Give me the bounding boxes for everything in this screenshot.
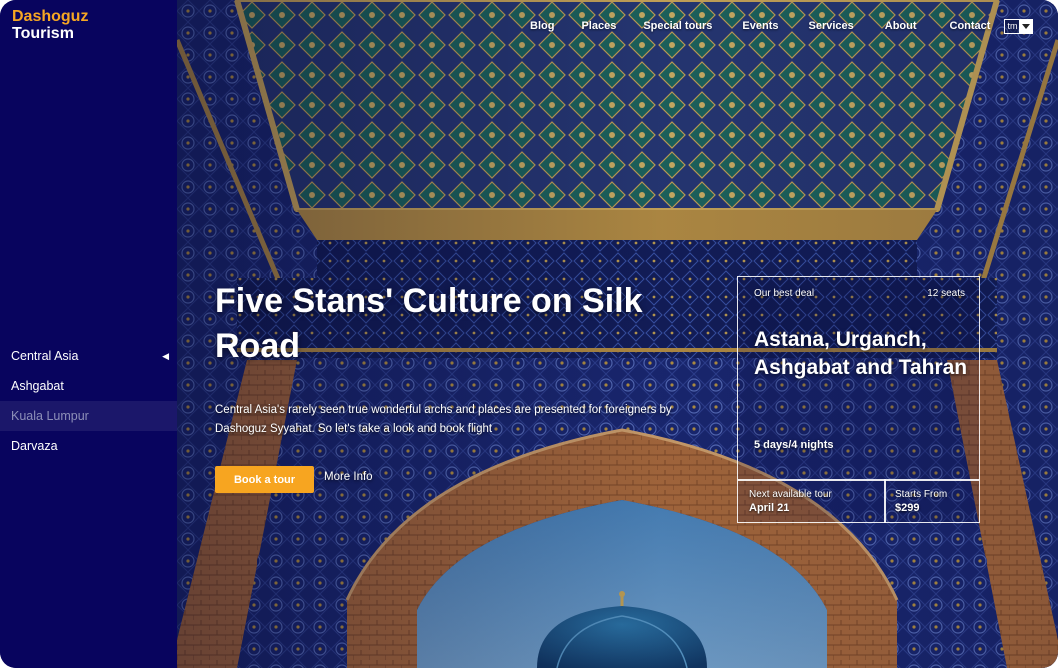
nav-link-services[interactable]: Services	[808, 20, 853, 32]
price-value: $299	[895, 502, 920, 514]
next-tour-info: Next available tour April 21	[749, 488, 832, 516]
hero-title: Five Stans' Culture on Silk Road	[215, 282, 643, 365]
best-deal-card[interactable]: Our best deal 12 seats Astana, Urganch, …	[737, 276, 980, 523]
deal-divider	[738, 479, 979, 481]
sidebar-item-label: Ashgabat	[11, 379, 64, 393]
sidebar: Dashoguz Tourism Central Asia ◀ Ashgabat…	[0, 0, 177, 668]
sidebar-item-kuala-lumpur[interactable]: Kuala Lumpur	[0, 401, 177, 431]
sidebar-item-ashgabat[interactable]: Ashgabat	[0, 371, 177, 401]
more-info-link[interactable]: More Info	[324, 471, 373, 483]
nav-link-events[interactable]: Events	[742, 20, 778, 32]
main-nav: Blog Places Special tours Events Service…	[530, 17, 1034, 35]
hero-section: Blog Places Special tours Events Service…	[177, 0, 1058, 668]
sidebar-item-central-asia[interactable]: Central Asia ◀	[0, 341, 177, 371]
deal-title: Astana, Urganch, Ashgabat and Tahran	[754, 328, 968, 379]
deal-divider-vertical	[884, 479, 886, 523]
nav-link-places[interactable]: Places	[581, 20, 616, 32]
chevron-left-icon: ◀	[162, 351, 169, 361]
nav-link-contact[interactable]: Contact	[950, 20, 991, 32]
nav-link-about[interactable]: About	[885, 20, 917, 32]
destination-nav: Central Asia ◀ Ashgabat Kuala Lumpur Dar…	[0, 341, 177, 461]
sidebar-item-label: Central Asia	[11, 349, 79, 363]
deal-seats: 12 seats	[927, 288, 965, 299]
book-tour-button[interactable]: Book a tour	[215, 466, 314, 493]
price-label: Starts From	[895, 489, 948, 500]
next-tour-label: Next available tour	[749, 489, 832, 500]
language-select[interactable]: tm	[1004, 18, 1034, 34]
deal-duration: 5 days/4 nights	[754, 439, 834, 451]
page-frame: Dashoguz Tourism Central Asia ◀ Ashgabat…	[0, 0, 1058, 668]
deal-label: Our best deal	[754, 288, 815, 299]
language-value: tm	[1007, 20, 1018, 31]
logo-line-1: Dashoguz	[12, 8, 89, 25]
hero-description: Central Asia's rarely seen true wonderfu…	[215, 404, 672, 435]
next-tour-date: April 21	[749, 502, 790, 514]
logo[interactable]: Dashoguz Tourism	[12, 8, 88, 42]
caret-down-icon	[1019, 19, 1033, 33]
price-info: Starts From $299	[895, 488, 947, 516]
logo-line-2: Tourism	[12, 25, 74, 42]
sidebar-item-label: Darvaza	[11, 439, 58, 453]
nav-link-special-tours[interactable]: Special tours	[643, 20, 712, 32]
nav-link-blog[interactable]: Blog	[530, 20, 554, 32]
sidebar-item-label: Kuala Lumpur	[11, 409, 89, 423]
sidebar-item-darvaza[interactable]: Darvaza	[0, 431, 177, 461]
